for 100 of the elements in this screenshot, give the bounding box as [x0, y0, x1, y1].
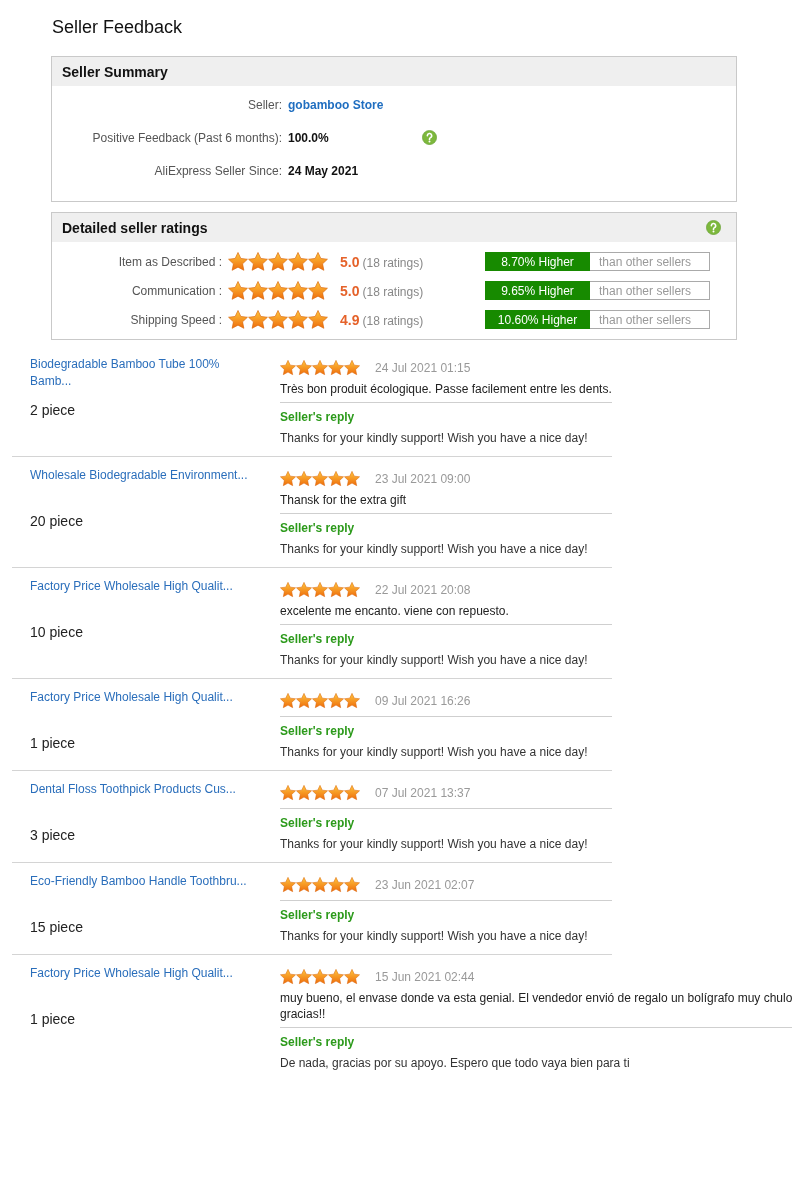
seller-link[interactable]: gobamboo Store [288, 97, 384, 112]
quantity-text: 1 piece [30, 734, 76, 752]
star-icon [328, 582, 344, 598]
star-icon [296, 877, 312, 893]
star-icon [288, 252, 308, 271]
reply-text: Thanks for your kindly support! Wish you have a nice day! [280, 744, 588, 760]
quantity-text: 3 piece [30, 826, 76, 844]
review-date: 07 Jul 2021 13:37 [375, 786, 471, 800]
product-link[interactable]: Factory Price Wholesale High Qualit... [30, 965, 233, 982]
rating-score: 5.0 [340, 282, 360, 299]
rating-label: Shipping Speed : [130, 312, 222, 327]
product-link[interactable]: Dental Floss Toothpick Products Cus... [30, 781, 236, 798]
star-icon [296, 360, 312, 376]
product-link[interactable]: Biodegradable Bamboo Tube 100% Bamb... [30, 356, 262, 390]
panel-title: Detailed seller ratings [62, 219, 208, 236]
comparison-note: than other sellers [590, 281, 710, 300]
comparison-note: than other sellers [590, 252, 710, 271]
star-icon [312, 693, 328, 709]
review-comment: excelente me encanto. viene con repuesto. [280, 603, 509, 619]
review-date: 23 Jun 2021 02:07 [375, 878, 475, 892]
star-icon [344, 693, 360, 709]
reply-label: Seller's reply [280, 907, 355, 923]
review-comment: Thansk for the extra gift [280, 492, 407, 508]
help-icon[interactable] [706, 220, 721, 235]
star-icon [312, 582, 328, 598]
star-icon [228, 310, 248, 329]
star-icon [248, 252, 268, 271]
star-icon [344, 471, 360, 487]
star-icon [308, 281, 328, 300]
comparison-badge: 10.60% Higher [485, 310, 590, 329]
help-icon[interactable] [422, 130, 437, 145]
star-icon [280, 693, 296, 709]
reply-label: Seller's reply [280, 1034, 355, 1050]
star-icon [328, 785, 344, 801]
review-date: 09 Jul 2021 16:26 [375, 694, 471, 708]
star-icon [280, 969, 296, 985]
star-icon [344, 877, 360, 893]
star-icon [312, 360, 328, 376]
quantity-text: 10 piece [30, 623, 83, 641]
star-icon [312, 877, 328, 893]
star-icon [248, 310, 268, 329]
product-link[interactable]: Wholesale Biodegradable Environment... [30, 467, 248, 484]
rating-label: Communication : [131, 283, 222, 298]
review-date: 24 Jul 2021 01:15 [375, 361, 471, 375]
product-link[interactable]: Factory Price Wholesale High Qualit... [30, 689, 233, 706]
review-date: 23 Jul 2021 09:00 [375, 472, 471, 486]
product-link[interactable]: Factory Price Wholesale High Qualit... [30, 578, 233, 595]
star-icon [312, 471, 328, 487]
rating-label: Item as Described : [118, 254, 222, 269]
star-icon [308, 252, 328, 271]
star-icon [296, 969, 312, 985]
field-value: 100.0% [288, 130, 329, 145]
reply-label: Seller's reply [280, 631, 355, 647]
star-icon [268, 252, 288, 271]
star-icon [328, 693, 344, 709]
page-title: Seller Feedback [52, 16, 183, 38]
rating-score: 4.9 [340, 311, 360, 328]
reply-label: Seller's reply [280, 815, 355, 831]
reply-text: Thanks for your kindly support! Wish you have a nice day! [280, 541, 588, 557]
reply-text: Thanks for your kindly support! Wish you have a nice day! [280, 928, 588, 944]
reply-text: Thanks for your kindly support! Wish you have a nice day! [280, 652, 588, 668]
rating-count: (18 ratings) [362, 313, 424, 328]
star-icon [268, 281, 288, 300]
star-icon [280, 471, 296, 487]
reply-text: De nada, gracias por su apoyo. Espero que todo vaya bien para ti [280, 1055, 630, 1071]
field-label: Positive Feedback (Past 6 months): [92, 130, 282, 145]
star-icon [308, 310, 328, 329]
star-icon [328, 360, 344, 376]
quantity-text: 2 piece [30, 401, 76, 419]
star-icon [328, 877, 344, 893]
star-icon [296, 471, 312, 487]
star-icon [228, 281, 248, 300]
comparison-badge: 8.70% Higher [485, 252, 590, 271]
product-link[interactable]: Eco-Friendly Bamboo Handle Toothbru... [30, 873, 247, 890]
comparison-note: than other sellers [590, 310, 710, 329]
star-icon [328, 471, 344, 487]
star-icon [228, 252, 248, 271]
reply-label: Seller's reply [280, 409, 355, 425]
star-icon [312, 969, 328, 985]
review-comment: Très bon produit écologique. Passe facilement entre les dents. [280, 381, 612, 397]
star-icon [344, 785, 360, 801]
panel-title: Seller Summary [62, 63, 168, 80]
star-icon [328, 969, 344, 985]
field-label: Seller: [248, 97, 282, 112]
reply-text: Thanks for your kindly support! Wish you have a nice day! [280, 836, 588, 852]
star-icon [288, 310, 308, 329]
star-icon [312, 785, 328, 801]
reply-text: Thanks for your kindly support! Wish you have a nice day! [280, 430, 588, 446]
field-label: AliExpress Seller Since: [154, 163, 282, 178]
rating-score: 5.0 [340, 253, 360, 270]
quantity-text: 15 piece [30, 918, 83, 936]
star-icon [288, 281, 308, 300]
quantity-text: 1 piece [30, 1010, 76, 1028]
review-date: 22 Jul 2021 20:08 [375, 583, 471, 597]
rating-count: (18 ratings) [362, 255, 424, 270]
review-date: 15 Jun 2021 02:44 [375, 970, 475, 984]
star-icon [344, 582, 360, 598]
star-icon [296, 785, 312, 801]
star-icon [248, 281, 268, 300]
star-icon [280, 582, 296, 598]
